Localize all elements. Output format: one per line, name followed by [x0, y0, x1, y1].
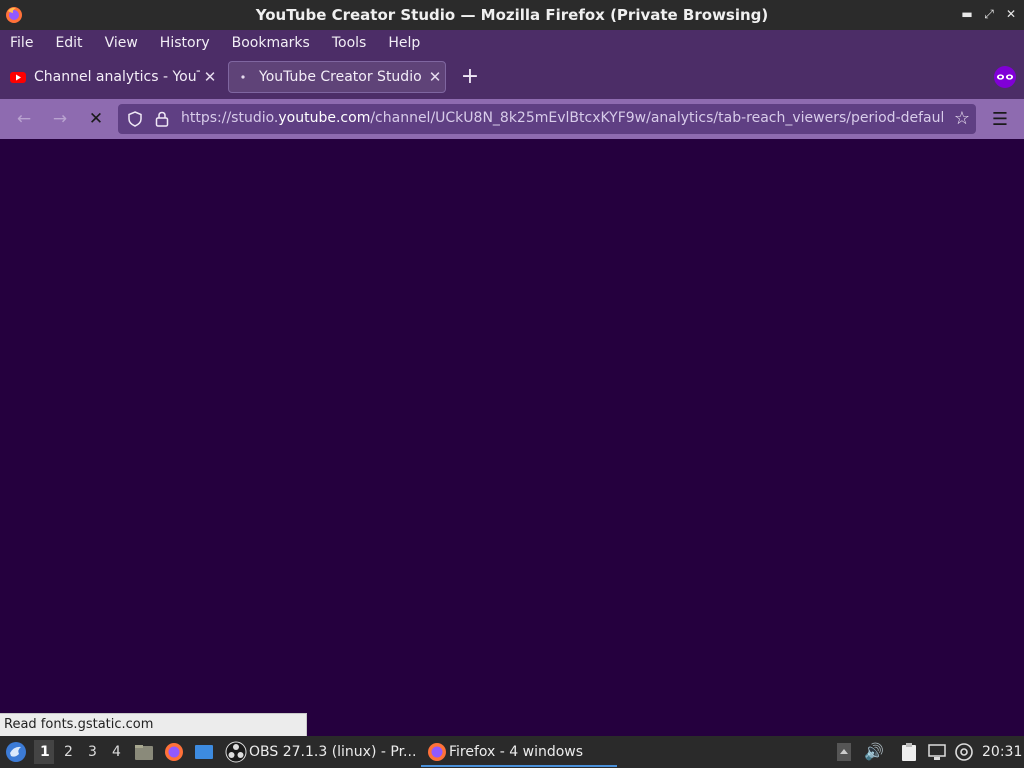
maximize-icon[interactable]: ⤢: [982, 6, 996, 22]
window-title: YouTube Creator Studio — Mozilla Firefox…: [255, 6, 769, 24]
tab-label: YouTube Creator Studio: [259, 69, 422, 85]
close-tab-icon[interactable]: ✕: [425, 68, 445, 86]
clock: 20:31: [982, 744, 1023, 760]
new-tab-button[interactable]: +: [458, 63, 482, 91]
firefox-icon: [6, 7, 22, 23]
tab-strip: Channel analytics - YouTu ✕ YouTube Crea…: [0, 55, 1024, 99]
taskbar: 1 2 3 4 OBS 27.1.3 (linux) - Pr... Firef…: [0, 736, 1024, 768]
forward-button[interactable]: →: [48, 107, 72, 131]
navigation-toolbar: ← → ✕ https://studio.youtube.com/channel…: [0, 99, 1024, 139]
private-browsing-icon: [994, 66, 1016, 88]
task-firefox[interactable]: Firefox - 4 windows: [421, 736, 617, 768]
window-titlebar: YouTube Creator Studio — Mozilla Firefox…: [0, 0, 1024, 30]
page-content: [0, 139, 1024, 736]
menu-button[interactable]: ☰: [988, 107, 1012, 131]
status-bar: Read fonts.gstatic.com: [0, 713, 307, 736]
workspace-2[interactable]: 2: [64, 744, 73, 760]
arrow-right-icon: →: [52, 109, 68, 129]
tab-channel-analytics[interactable]: Channel analytics - YouTu ✕: [4, 61, 220, 93]
stop-button[interactable]: ✕: [84, 107, 108, 131]
network-icon[interactable]: [928, 743, 946, 761]
start-menu-icon[interactable]: [5, 741, 27, 763]
menu-view[interactable]: View: [105, 35, 138, 51]
firefox-launcher-icon[interactable]: [164, 742, 184, 762]
clipboard-icon[interactable]: [900, 742, 918, 762]
url-path: /channel/UCkU8N_8k25mEvlBtcxKYF9w/analyt…: [370, 110, 943, 126]
lock-icon[interactable]: [155, 111, 169, 127]
arrow-left-icon: ←: [16, 109, 32, 129]
file-manager-icon[interactable]: [134, 742, 154, 762]
obs-icon: [225, 741, 247, 763]
menu-help[interactable]: Help: [388, 35, 420, 51]
close-icon[interactable]: ✕: [1004, 6, 1018, 22]
workspace-4[interactable]: 4: [112, 744, 121, 760]
menu-history[interactable]: History: [160, 35, 210, 51]
volume-icon[interactable]: 🔊: [864, 742, 884, 761]
bookmark-star-icon[interactable]: ☆: [954, 108, 970, 129]
tab-label: Channel analytics - YouTu: [34, 69, 200, 85]
back-button[interactable]: ←: [12, 107, 36, 131]
task-obs[interactable]: OBS 27.1.3 (linux) - Pr...: [249, 744, 416, 760]
menu-bar: File Edit View History Bookmarks Tools H…: [0, 30, 1024, 55]
menu-file[interactable]: File: [10, 35, 33, 51]
menu-bookmarks[interactable]: Bookmarks: [232, 35, 310, 51]
menu-edit[interactable]: Edit: [55, 35, 82, 51]
workspace-3[interactable]: 3: [88, 744, 97, 760]
firefox-icon: [428, 743, 446, 761]
chromium-icon[interactable]: [955, 743, 973, 761]
minimize-icon[interactable]: ▬: [960, 6, 974, 22]
stop-icon: ✕: [88, 109, 104, 129]
task-label: Firefox - 4 windows: [449, 744, 584, 760]
youtube-icon: [10, 72, 26, 83]
url-text[interactable]: https://studio.youtube.com/channel/UCkU8…: [181, 110, 943, 126]
close-tab-icon[interactable]: ✕: [200, 68, 220, 86]
url-prefix: https://studio.: [181, 110, 279, 126]
workspace-1[interactable]: 1: [40, 744, 50, 760]
loading-icon: [241, 75, 245, 79]
desktop-icon[interactable]: [194, 742, 214, 762]
url-host: youtube.com: [278, 110, 371, 126]
tab-youtube-creator-studio[interactable]: YouTube Creator Studio ✕: [228, 61, 446, 93]
shield-icon[interactable]: [127, 111, 143, 127]
address-bar[interactable]: https://studio.youtube.com/channel/UCkU8…: [118, 104, 976, 134]
active-task-indicator: [421, 765, 617, 767]
hamburger-icon: ☰: [991, 108, 1009, 130]
tray-arrow-icon[interactable]: [836, 742, 852, 762]
menu-tools[interactable]: Tools: [332, 35, 367, 51]
